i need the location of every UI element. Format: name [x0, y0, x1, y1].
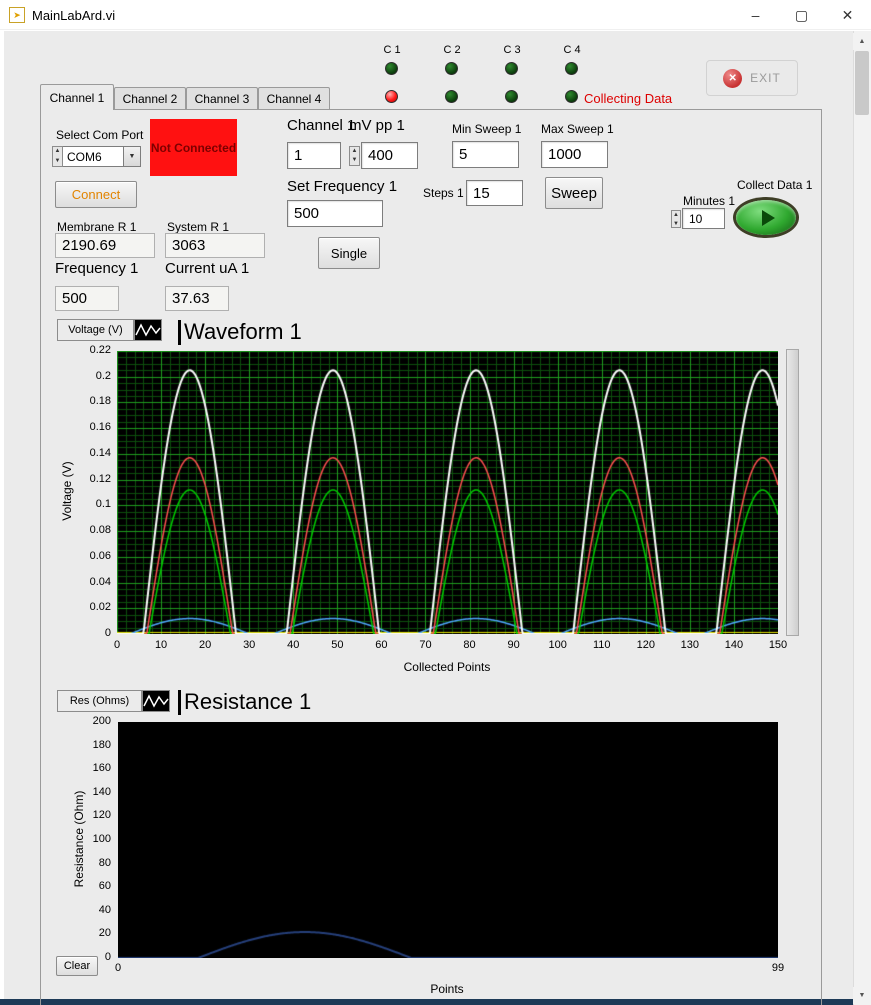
- exit-button-label: EXIT: [750, 71, 781, 85]
- led-c4-row2: [565, 90, 578, 103]
- labview-app-icon: ➤: [9, 7, 25, 23]
- tab-channel-3[interactable]: Channel 3: [186, 87, 258, 110]
- exit-x-icon: ✕: [723, 69, 742, 88]
- led-c2-row1: [445, 62, 458, 75]
- led-c3-row1: [505, 62, 518, 75]
- led-c4-row1: [565, 62, 578, 75]
- led-label-c2: C 2: [439, 44, 465, 56]
- led-c3-row2: [505, 90, 518, 103]
- labview-front-panel: ➤ MainLabArd.vi – ▢ ✕ ▲ ▼ C 1 C 2 C 3 C …: [0, 0, 871, 1005]
- led-c1-row2: [385, 90, 398, 103]
- led-label-c4: C 4: [559, 44, 585, 56]
- tab-channel-4[interactable]: Channel 4: [258, 87, 330, 110]
- scroll-up-icon[interactable]: ▲: [853, 33, 871, 50]
- scroll-down-icon[interactable]: ▼: [853, 987, 871, 1004]
- tab-page-channel-1: [40, 109, 822, 1005]
- led-c2-row2: [445, 90, 458, 103]
- minimize-button[interactable]: –: [733, 0, 778, 30]
- tab-channel-2[interactable]: Channel 2: [114, 87, 186, 110]
- tab-channel-1[interactable]: Channel 1: [40, 84, 114, 110]
- led-c1-row1: [385, 62, 398, 75]
- exit-button[interactable]: ✕ EXIT: [706, 60, 798, 96]
- vertical-scrollbar[interactable]: [853, 31, 871, 1005]
- window-title: MainLabArd.vi: [32, 8, 115, 23]
- maximize-button[interactable]: ▢: [779, 0, 824, 30]
- led-label-c1: C 1: [379, 44, 405, 56]
- close-button[interactable]: ✕: [825, 0, 870, 30]
- collecting-data-status: Collecting Data: [584, 91, 672, 106]
- led-label-c3: C 3: [499, 44, 525, 56]
- scrollbar-thumb[interactable]: [855, 51, 869, 115]
